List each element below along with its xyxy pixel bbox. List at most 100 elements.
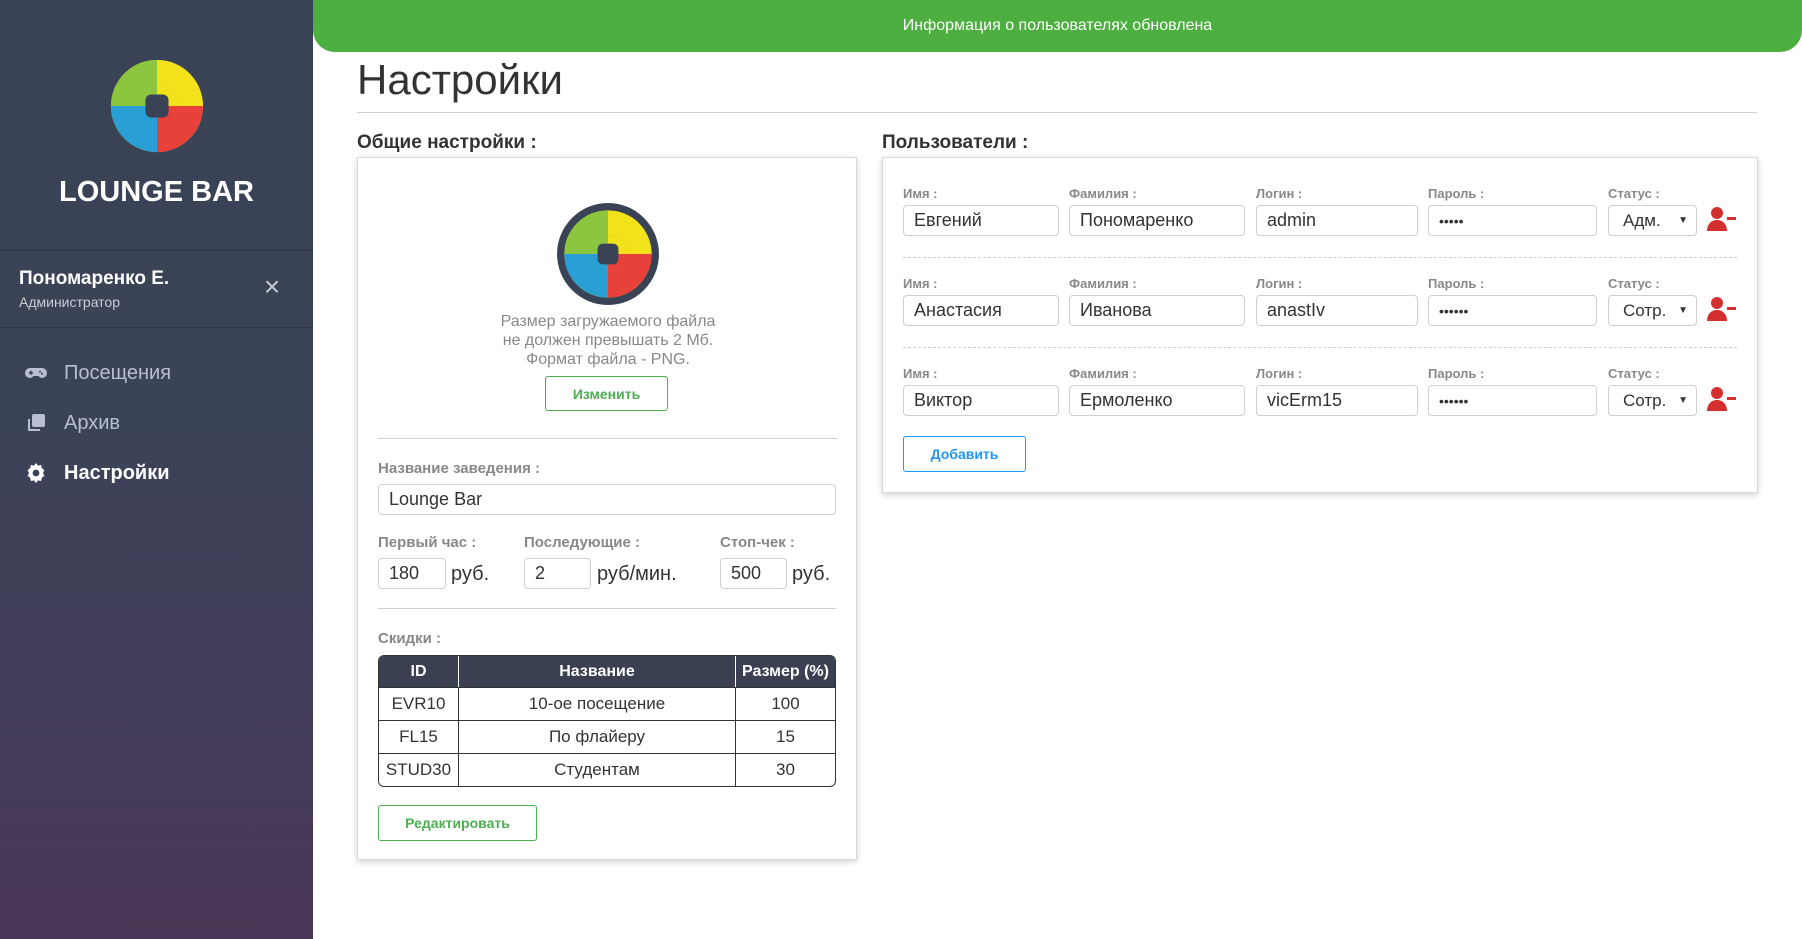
user-role: Администратор [19,294,121,310]
venue-name-input[interactable]: Lounge Bar [378,484,836,515]
nav-item-archive[interactable]: Архив [24,408,120,438]
password-input[interactable]: •••••• [1428,385,1597,416]
last-name-input[interactable]: Пономаренко [1069,205,1245,236]
toast-message: Информация о пользователях обновлена [902,17,1213,34]
chevron-down-icon: ▼ [1678,215,1688,226]
title-divider [357,112,1757,113]
password-label: Пароль : [1428,366,1485,381]
divider [378,438,837,439]
sidebar: LOUNGE BAR Пономаренко Е. Администратор … [0,0,313,939]
stop-check-input[interactable]: 500 [720,558,787,589]
user-name: Пономаренко Е. [19,268,170,289]
discount-name: По флайеру [459,720,736,753]
stop-check-label: Стоп-чек : [720,534,795,551]
divider [0,250,313,251]
discount-id: FL15 [379,720,459,753]
first-hour-input[interactable]: 180 [378,558,446,589]
column-header: ID [379,656,459,687]
nav-item-visits[interactable]: Посещения [24,358,171,388]
next-minutes-label: Последующие : [524,534,641,551]
column-header: Название [459,656,736,687]
password-input[interactable]: •••••• [1428,295,1597,326]
login-input[interactable]: anastIv [1256,295,1418,326]
divider [378,608,836,609]
column-header: Размер (%) [736,656,835,687]
row-divider [903,347,1737,348]
general-settings-title: Общие настройки : [357,132,537,153]
remove-user-icon[interactable] [1707,386,1737,412]
first-name-input[interactable]: Анастасия [903,295,1059,326]
next-minutes-input[interactable]: 2 [524,558,591,589]
edit-button[interactable]: Редактировать [378,805,537,841]
nav-label: Посещения [64,361,172,384]
discount-size: 15 [736,720,835,753]
divider [0,327,313,328]
notification-toast: Информация о пользователях обновлена [313,0,1802,52]
remove-user-icon[interactable] [1707,206,1737,232]
logo-hint-line: Размер загружаемого файла [500,313,716,330]
logo-hint-line: не должен превышать 2 Мб. [502,332,714,349]
change-logo-button[interactable]: Изменить [545,376,668,411]
add-user-button[interactable]: Добавить [903,436,1026,472]
last-name-label: Фамилия : [1069,276,1137,291]
login-label: Логин : [1256,366,1303,381]
login-input[interactable]: vicErm15 [1256,385,1418,416]
last-name-label: Фамилия : [1069,186,1137,201]
venue-logo-icon[interactable] [556,202,660,306]
logo-icon [110,59,204,153]
status-select[interactable]: Сотр. ▼ [1608,385,1697,416]
chevron-down-icon: ▼ [1678,305,1688,316]
discounts-label: Скидки : [378,630,441,647]
chevron-down-icon: ▼ [1678,395,1688,406]
next-minutes-unit: руб/мин. [597,563,677,585]
table-header-row: ID Название Размер (%) [379,656,835,687]
discounts-table: ID Название Размер (%) EVR10 10-ое посещ… [378,655,836,787]
stop-check-unit: руб. [792,563,831,585]
last-name-input[interactable]: Иванова [1069,295,1245,326]
table-row[interactable]: EVR10 10-ое посещение 100 [379,687,835,720]
last-name-input[interactable]: Ермоленко [1069,385,1245,416]
copy-icon [24,411,48,435]
venue-name-label: Название заведения : [378,460,540,477]
table-row[interactable]: STUD30 Студентам 30 [379,753,835,786]
status-value: Сотр. [1623,390,1667,410]
first-name-label: Имя : [903,366,938,381]
nav-item-settings[interactable]: Настройки [24,458,170,488]
first-name-label: Имя : [903,186,938,201]
discount-name: 10-ое посещение [459,687,736,720]
brand-name: LOUNGE BAR [59,176,254,208]
discount-size: 30 [736,753,835,786]
first-name-label: Имя : [903,276,938,291]
password-label: Пароль : [1428,186,1485,201]
login-label: Логин : [1256,186,1303,201]
row-divider [903,257,1737,258]
sidebar-brand: LOUNGE BAR [0,0,313,250]
nav-label: Архив [64,411,121,434]
first-name-input[interactable]: Виктор [903,385,1059,416]
last-name-label: Фамилия : [1069,366,1137,381]
gear-icon [24,461,48,485]
login-label: Логин : [1256,276,1303,291]
password-label: Пароль : [1428,276,1485,291]
status-label: Статус : [1608,276,1660,291]
nav-label: Настройки [64,461,170,484]
status-value: Сотр. [1623,300,1667,320]
discount-id: STUD30 [379,753,459,786]
users-title: Пользователи : [882,132,1029,153]
first-hour-label: Первый час : [378,534,477,551]
status-value: Адм. [1623,210,1661,230]
close-icon[interactable]: × [259,273,285,301]
logo-hint-line: Формат файла - PNG. [526,351,690,368]
discount-size: 100 [736,687,835,720]
remove-user-icon[interactable] [1707,296,1737,322]
gamepad-icon [24,361,48,385]
login-input[interactable]: admin [1256,205,1418,236]
discount-name: Студентам [459,753,736,786]
password-input[interactable]: ••••• [1428,205,1597,236]
status-select[interactable]: Адм. ▼ [1608,205,1697,236]
page-title: Настройки [357,56,563,103]
table-row[interactable]: FL15 По флайеру 15 [379,720,835,753]
first-name-input[interactable]: Евгений [903,205,1059,236]
status-label: Статус : [1608,186,1660,201]
status-select[interactable]: Сотр. ▼ [1608,295,1697,326]
